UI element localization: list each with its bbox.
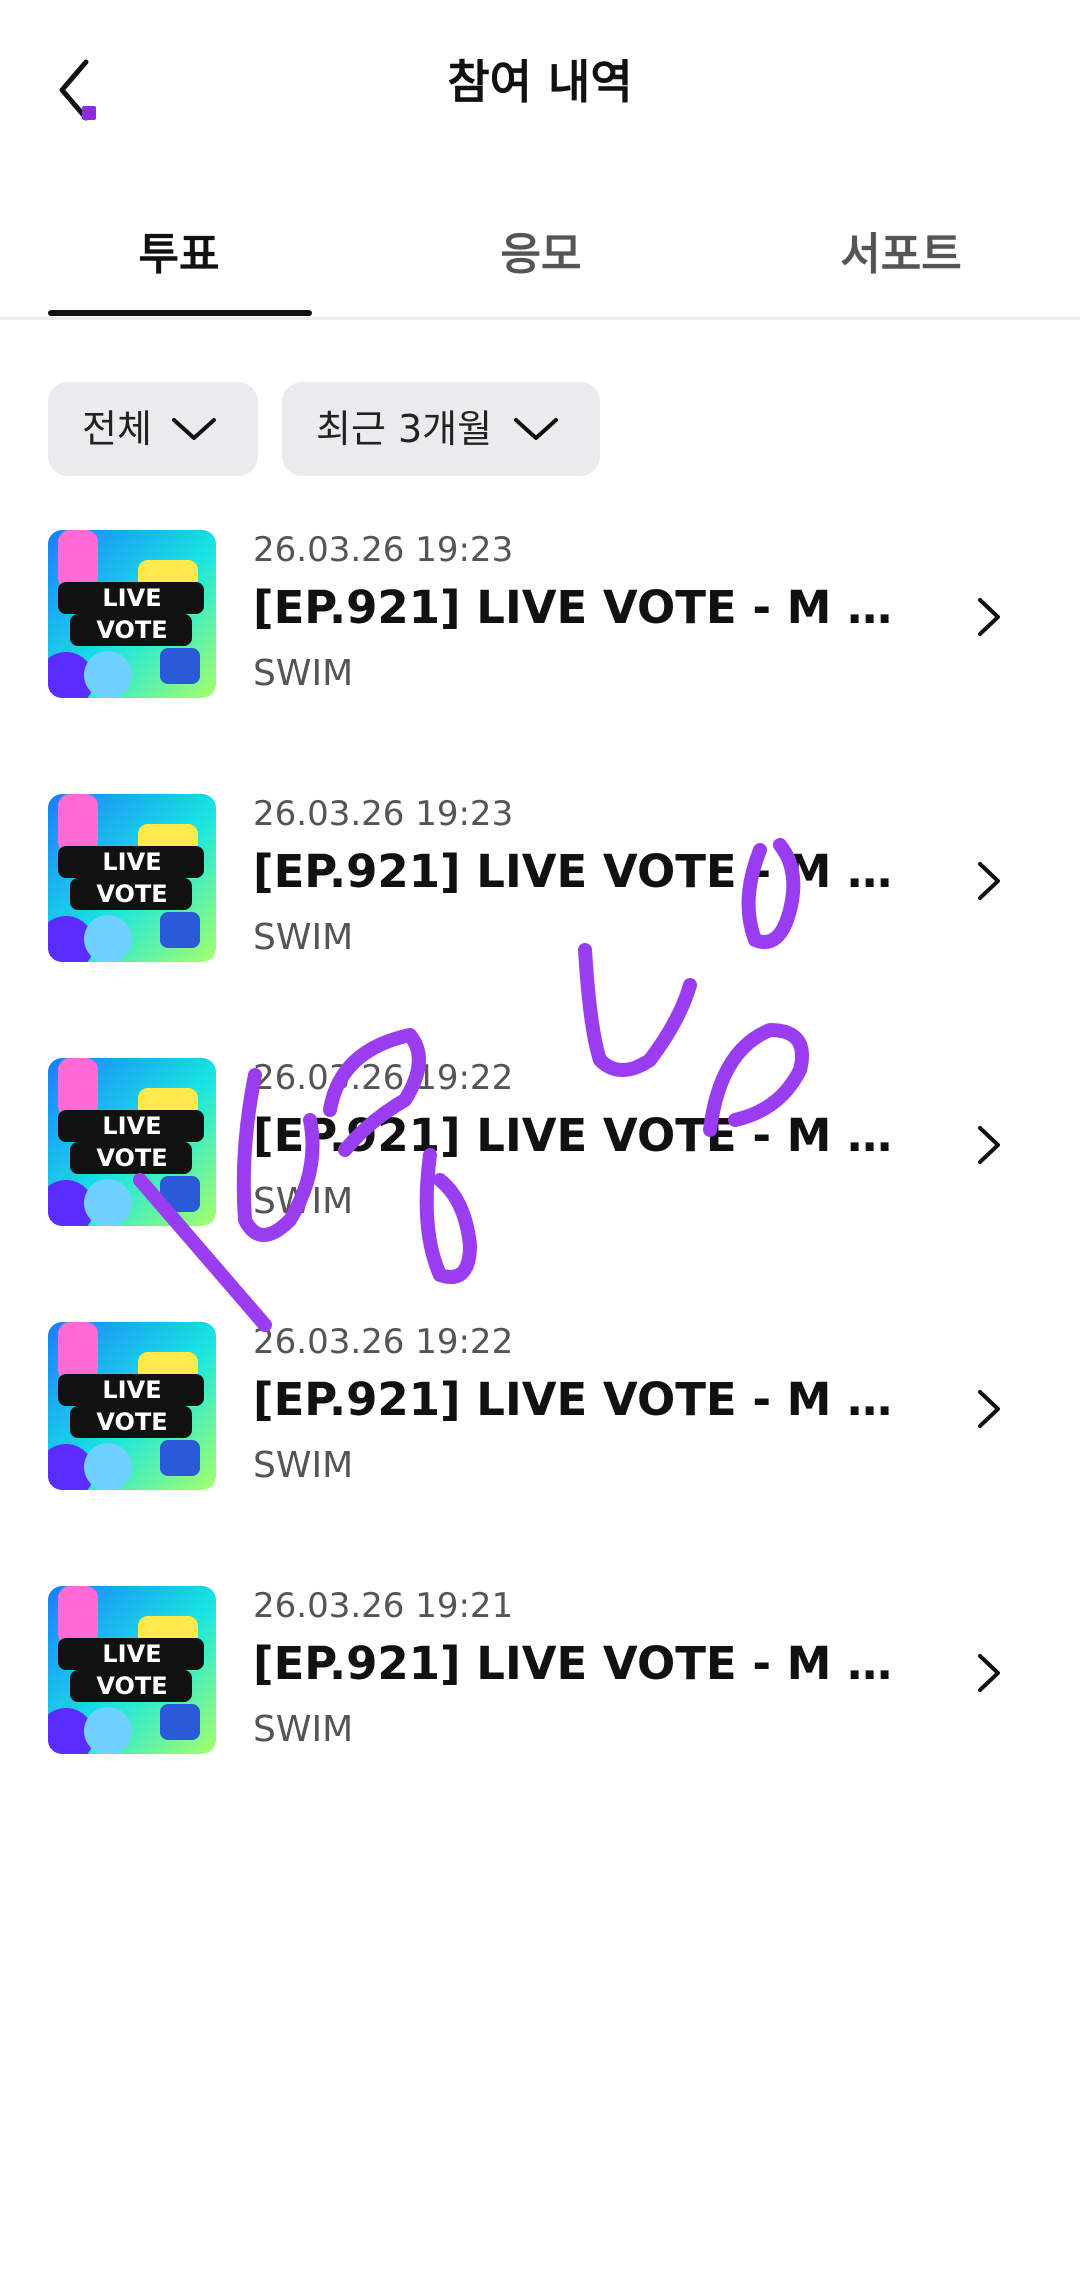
item-subtitle: SWIM	[253, 1709, 354, 1750]
period-filter-label: 최근 3개월	[316, 407, 493, 451]
item-subtitle: SWIM	[253, 1445, 354, 1486]
tab-entry[interactable]: 응모	[410, 210, 672, 300]
app-header: 참여 내역	[0, 0, 1080, 170]
page-title: 참여 내역	[447, 55, 633, 109]
item-date: 26.03.26 19:22	[253, 1058, 514, 1098]
svg-text:LIVE: LIVE	[102, 1112, 161, 1140]
item-title: [EP.921] LIVE VOTE - M CO...	[253, 581, 893, 634]
item-subtitle: SWIM	[253, 653, 354, 694]
svg-text:VOTE: VOTE	[96, 880, 167, 908]
svg-text:LIVE: LIVE	[102, 848, 161, 876]
list-item[interactable]: LIVE VOTE 26.03.26 19:23 [EP.921] LIVE V…	[0, 784, 1080, 984]
list-item[interactable]: LIVE VOTE 26.03.26 19:21 [EP.921] LIVE V…	[0, 1576, 1080, 1776]
type-filter-dropdown[interactable]: 전체	[48, 382, 258, 476]
live-vote-thumbnail: LIVE VOTE	[48, 1322, 216, 1490]
svg-text:VOTE: VOTE	[96, 1408, 167, 1436]
tab-vote[interactable]: 투표	[48, 210, 310, 300]
live-vote-thumbnail: LIVE VOTE	[48, 794, 216, 962]
item-title: [EP.921] LIVE VOTE - M CO...	[253, 845, 893, 898]
period-filter-dropdown[interactable]: 최근 3개월	[282, 382, 600, 476]
svg-text:LIVE: LIVE	[102, 1640, 161, 1668]
live-vote-thumbnail: LIVE VOTE	[48, 1586, 216, 1754]
live-vote-thumbnail: LIVE VOTE	[48, 530, 216, 698]
list-item[interactable]: LIVE VOTE 26.03.26 19:22 [EP.921] LIVE V…	[0, 1048, 1080, 1248]
item-date: 26.03.26 19:23	[253, 794, 514, 834]
item-title: [EP.921] LIVE VOTE - M CO...	[253, 1373, 893, 1426]
chevron-right-icon	[978, 1390, 1000, 1428]
list-item[interactable]: LIVE VOTE 26.03.26 19:22 [EP.921] LIVE V…	[0, 1312, 1080, 1512]
live-vote-thumbnail: LIVE VOTE	[48, 1058, 216, 1226]
type-filter-label: 전체	[82, 407, 152, 451]
chevron-down-icon	[514, 418, 558, 440]
tab-support[interactable]: 서포트	[770, 210, 1032, 300]
item-date: 26.03.26 19:21	[253, 1586, 514, 1626]
item-subtitle: SWIM	[253, 917, 354, 958]
tab-active-indicator	[48, 310, 312, 316]
item-subtitle: SWIM	[253, 1181, 354, 1222]
item-date: 26.03.26 19:23	[253, 530, 514, 570]
svg-text:LIVE: LIVE	[102, 1376, 161, 1404]
svg-text:LIVE: LIVE	[102, 584, 161, 612]
svg-text:VOTE: VOTE	[96, 616, 167, 644]
list-item[interactable]: LIVE VOTE 26.03.26 19:23 [EP.921] LIVE V…	[0, 520, 1080, 720]
chevron-right-icon	[978, 598, 1000, 636]
item-title: [EP.921] LIVE VOTE - M CO...	[253, 1109, 893, 1162]
item-date: 26.03.26 19:22	[253, 1322, 514, 1362]
chevron-right-icon	[978, 1654, 1000, 1692]
chevron-right-icon	[978, 1126, 1000, 1164]
chevron-right-icon	[978, 862, 1000, 900]
tab-bar: 투표 응모 서포트	[0, 190, 1080, 320]
item-title: [EP.921] LIVE VOTE - M CO...	[253, 1637, 893, 1690]
chevron-down-icon	[172, 418, 216, 440]
svg-text:VOTE: VOTE	[96, 1144, 167, 1172]
svg-text:VOTE: VOTE	[96, 1672, 167, 1700]
